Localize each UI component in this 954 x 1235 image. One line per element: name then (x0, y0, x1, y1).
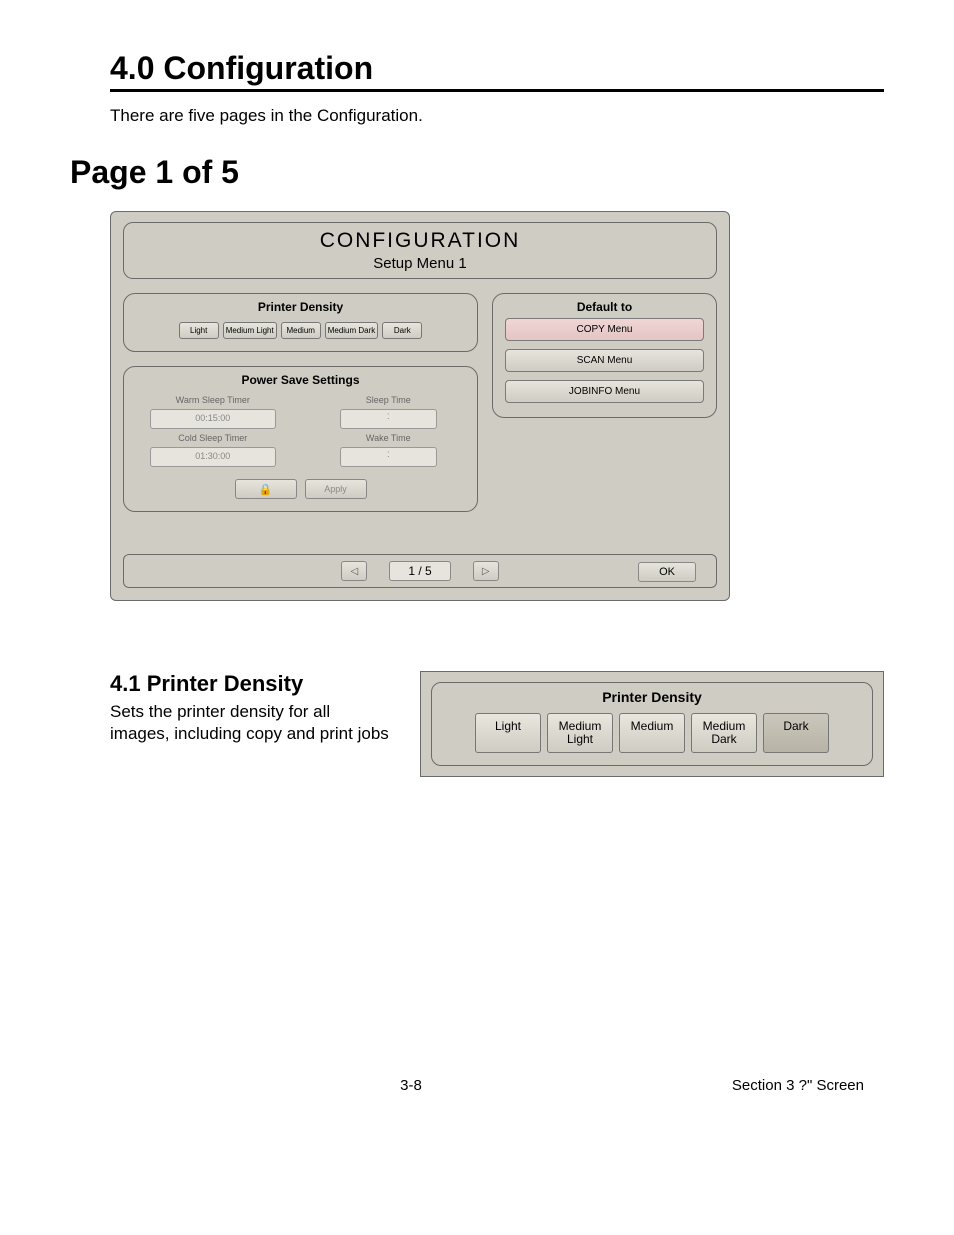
section-heading: 4.0 Configuration (110, 50, 884, 92)
scan-menu-button[interactable]: SCAN Menu (505, 349, 704, 372)
btn-line: Dark (783, 719, 808, 733)
detail-light-button[interactable]: Light (475, 713, 541, 753)
page-heading: Page 1 of 5 (70, 154, 884, 191)
default-to-title: Default to (493, 300, 716, 314)
subsection-text: Sets the printer density for all images,… (110, 701, 390, 745)
pager-bar: ◁ 1 / 5 ▷ OK (123, 554, 717, 588)
btn-line: Light (567, 732, 593, 746)
btn-line: Medium (631, 719, 674, 733)
prev-page-button[interactable]: ◁ (341, 561, 367, 581)
wake-time-field[interactable] (340, 447, 438, 467)
panel-title: CONFIGURATION (124, 229, 716, 253)
panel-subtitle: Setup Menu 1 (124, 255, 716, 272)
subsection-heading: 4.1 Printer Density (110, 671, 390, 697)
page-indicator: 1 / 5 (389, 561, 450, 581)
next-page-button[interactable]: ▷ (473, 561, 499, 581)
density-light-button[interactable]: Light (179, 322, 219, 339)
apply-button[interactable]: Apply (305, 479, 367, 499)
btn-line: Dark (711, 732, 736, 746)
printer-density-group: Printer Density Light Medium Light Mediu… (123, 293, 478, 352)
warm-sleep-value[interactable]: 00:15:00 (150, 409, 276, 429)
wake-time-label: Wake Time (316, 433, 462, 443)
lock-icon: 🔒 (259, 483, 273, 496)
sleep-time-label: Sleep Time (316, 395, 462, 405)
density-medium-button[interactable]: Medium (281, 322, 321, 339)
page-footer: 3-8 Section 3 ?" Screen (70, 1077, 884, 1094)
density-dark-button[interactable]: Dark (382, 322, 422, 339)
default-to-group: Default to COPY Menu SCAN Menu JOBINFO M… (492, 293, 717, 418)
detail-dark-button[interactable]: Dark (763, 713, 829, 753)
configuration-panel: CONFIGURATION Setup Menu 1 Printer Densi… (110, 211, 730, 601)
printer-density-detail-panel: Printer Density Light Medium Light Mediu… (420, 671, 884, 777)
cold-sleep-label: Cold Sleep Timer (140, 433, 286, 443)
cold-sleep-value[interactable]: 01:30:00 (150, 447, 276, 467)
btn-line: Light (495, 719, 521, 733)
density-medium-dark-button[interactable]: Medium Dark (325, 322, 379, 339)
jobinfo-menu-button[interactable]: JOBINFO Menu (505, 380, 704, 403)
detail-medium-button[interactable]: Medium (619, 713, 685, 753)
printer-density-title: Printer Density (124, 300, 477, 314)
printer-density-detail-title: Printer Density (442, 689, 862, 705)
intro-text: There are five pages in the Configuratio… (110, 106, 884, 126)
sleep-time-field[interactable] (340, 409, 438, 429)
detail-medium-light-button[interactable]: Medium Light (547, 713, 613, 753)
panel-title-block: CONFIGURATION Setup Menu 1 (123, 222, 717, 279)
power-save-title: Power Save Settings (124, 373, 477, 387)
ok-button[interactable]: OK (638, 562, 696, 582)
detail-medium-dark-button[interactable]: Medium Dark (691, 713, 757, 753)
footer-section: Section 3 ?" Screen (732, 1077, 864, 1094)
btn-line: Medium (703, 719, 746, 733)
warm-sleep-label: Warm Sleep Timer (140, 395, 286, 405)
copy-menu-button[interactable]: COPY Menu (505, 318, 704, 341)
footer-page-number: 3-8 (90, 1077, 732, 1094)
lock-button[interactable]: 🔒 (235, 479, 297, 499)
density-medium-light-button[interactable]: Medium Light (223, 322, 277, 339)
power-save-group: Power Save Settings Warm Sleep Timer Sle… (123, 366, 478, 512)
btn-line: Medium (559, 719, 602, 733)
